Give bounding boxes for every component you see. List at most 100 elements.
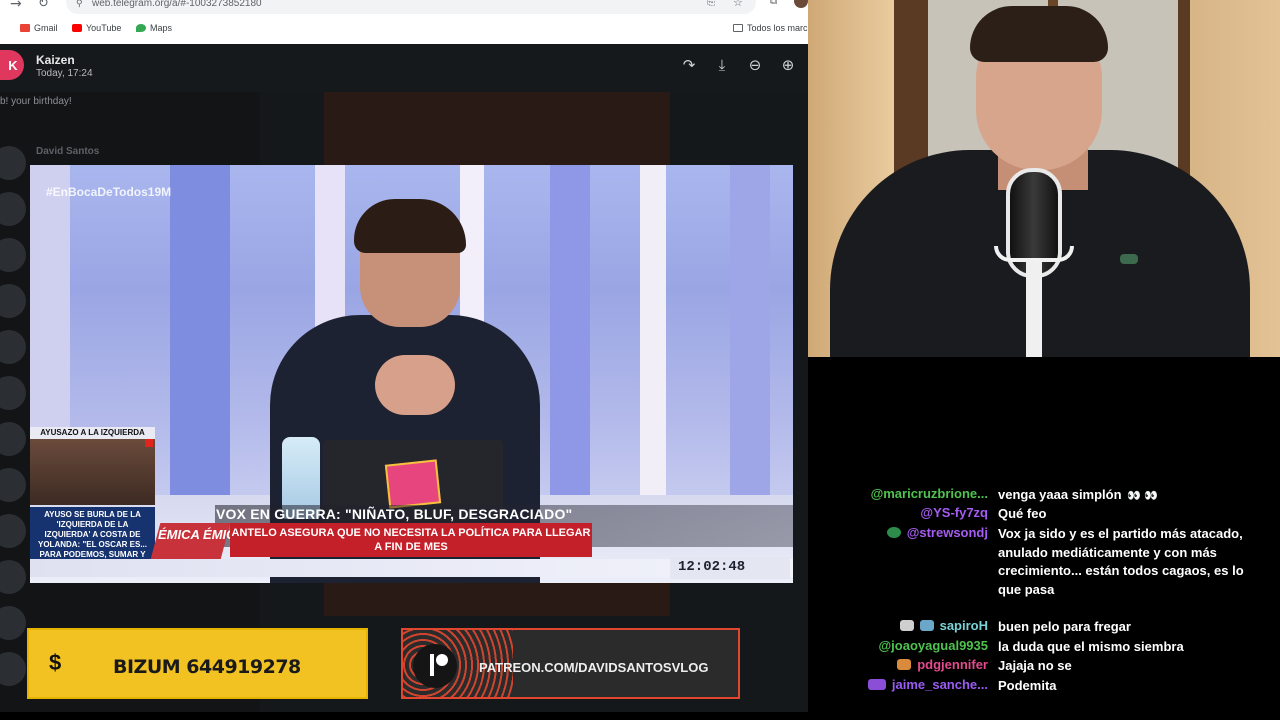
chat-meta: pdgjennifer xyxy=(897,657,988,672)
download-icon[interactable]: ⤓ xyxy=(712,55,732,75)
chat-meta: @maricruzbrione... xyxy=(871,486,988,501)
chat-username[interactable]: @joaoyagual9935 xyxy=(878,638,988,653)
chat-username[interactable]: sapiroH xyxy=(940,618,988,633)
book xyxy=(384,459,442,509)
shirt-logo xyxy=(1120,254,1138,264)
microphone-mount xyxy=(994,246,1074,262)
bookmark-label: YouTube xyxy=(86,23,122,33)
inset-label: AYUSAZO A LA IZQUIERDA xyxy=(30,427,155,439)
chat-message-text: la duda que el mismo siembra xyxy=(998,639,1184,654)
avatar xyxy=(0,468,26,502)
member-badge-icon xyxy=(886,527,901,538)
bottom-strip xyxy=(0,712,808,720)
chat-username[interactable]: @YS-fy7zq xyxy=(920,505,988,520)
bookmark-star-icon[interactable]: ☆ xyxy=(733,0,745,9)
address-bar[interactable]: ⚲ web.telegram.org/a/#-1003273852180 xyxy=(66,0,756,14)
message-date: Today, 17:24 xyxy=(36,68,93,79)
install-app-icon[interactable]: ⎘ xyxy=(707,0,719,9)
avatar xyxy=(0,606,26,640)
bookmark-maps[interactable]: Maps xyxy=(136,23,172,33)
chat-meta: @joaoyagual9935 xyxy=(878,638,988,653)
eye-badge-icon xyxy=(899,620,914,631)
video-player[interactable]: #EnBocaDeTodos19M AYUSAZO A LA IZQUIERDA… xyxy=(30,165,793,583)
chat-meta: @strewsondj xyxy=(886,525,988,540)
dollar-icon: $ xyxy=(49,650,62,675)
avatar xyxy=(0,238,26,272)
patreon-icon xyxy=(430,654,450,676)
set-pillar xyxy=(640,165,666,505)
live-indicator xyxy=(145,439,153,447)
live-chat: @maricruzbrione... venga yaaa simplón 👀 … xyxy=(808,357,1280,720)
bookmark-gmail[interactable]: Gmail xyxy=(20,23,58,33)
zoom-in-icon[interactable]: ⊕ xyxy=(778,55,798,75)
avatar xyxy=(0,192,26,226)
bizum-text: BIZUM 644919278 xyxy=(113,656,301,678)
bookmark-label: Gmail xyxy=(34,23,58,33)
avatar xyxy=(0,422,26,456)
headline: VOX EN GUERRA: "NIÑATO, BLUF, DESGRACIAD… xyxy=(216,506,573,522)
zoom-out-icon[interactable]: ⊖ xyxy=(745,55,765,75)
chat-meta: sapiroH xyxy=(899,618,988,633)
inset-video xyxy=(30,439,155,505)
forward-icon[interactable]: → xyxy=(10,0,28,12)
message-preview: b! your birthday! xyxy=(0,96,72,107)
chat-message-text: Vox ja sido y es el partido más atacado,… xyxy=(998,526,1244,597)
avatar xyxy=(0,330,26,364)
sender-name[interactable]: Kaizen xyxy=(36,53,75,67)
webcam-feed xyxy=(808,0,1280,357)
presenter-hair xyxy=(354,199,466,253)
set-pillar xyxy=(730,165,770,505)
share-icon[interactable]: ↷ xyxy=(679,55,699,75)
bizum-banner: $ BIZUM 644919278 xyxy=(27,628,368,699)
avatar xyxy=(0,376,26,410)
chat-meta: @YS-fy7zq xyxy=(920,505,988,520)
member-badge-icon xyxy=(867,679,886,690)
url-text[interactable]: web.telegram.org/a/#-1003273852180 xyxy=(92,0,262,9)
member-badge-icon xyxy=(919,620,934,631)
chat-name: David Santos xyxy=(36,146,100,157)
bookmark-label: Maps xyxy=(150,23,173,33)
avatar xyxy=(0,652,26,686)
maps-icon xyxy=(136,24,146,32)
chat-username[interactable]: jaime_sanche... xyxy=(892,677,988,692)
chat-message-text: Jajaja no se xyxy=(998,658,1072,673)
gmail-icon xyxy=(20,24,30,32)
patreon-banner: PATREON.COM/DAVIDSANTOSVLOG xyxy=(401,628,740,699)
clock: 12:02:48 xyxy=(678,559,746,575)
chat-username[interactable]: pdgjennifer xyxy=(917,657,988,672)
avatar xyxy=(0,146,26,180)
member-badge-icon xyxy=(897,659,912,670)
set-pillar xyxy=(550,165,590,505)
chat-username[interactable]: @strewsondj xyxy=(907,525,988,540)
bookmarks-bar: Gmail YouTube Maps Todos los marc xyxy=(0,19,808,41)
reload-icon[interactable]: ↻ xyxy=(38,0,56,12)
screen: → ↻ ⚲ web.telegram.org/a/#-1003273852180… xyxy=(0,0,1280,720)
presenter-hands xyxy=(375,355,455,415)
microphone-stand xyxy=(1026,262,1042,357)
browser-toolbar: → ↻ ⚲ web.telegram.org/a/#-1003273852180… xyxy=(0,0,808,44)
avatar xyxy=(0,560,26,594)
avatar xyxy=(0,514,26,548)
chat-text: venga yaaa simplón 👀 👀 xyxy=(998,486,1270,506)
avatar xyxy=(0,284,26,318)
folder-icon xyxy=(733,24,743,32)
chat-message-text: buen pelo para fregar xyxy=(998,619,1131,634)
chat-message-text: venga yaaa simplón xyxy=(998,487,1122,502)
browser-window: → ↻ ⚲ web.telegram.org/a/#-1003273852180… xyxy=(0,0,808,712)
profile-avatar[interactable] xyxy=(794,0,808,8)
subline: ANTELO ASEGURA QUE NO NECESITA LA POLÍTI… xyxy=(231,527,591,553)
extensions-icon[interactable]: ⧉ xyxy=(770,0,782,8)
chat-username[interactable]: @maricruzbrione... xyxy=(871,486,988,501)
bookmark-youtube[interactable]: YouTube xyxy=(72,23,121,33)
patreon-text: PATREON.COM/DAVIDSANTOSVLOG xyxy=(479,660,709,675)
set-pillar xyxy=(170,165,230,505)
chat-message-text: Podemita xyxy=(998,678,1057,693)
chat-meta: jaime_sanche... xyxy=(867,677,988,692)
bookmark-all[interactable]: Todos los marc xyxy=(733,23,808,33)
youtube-icon xyxy=(72,24,82,32)
chat-message-text: Qué feo xyxy=(998,506,1047,521)
streamer-hair xyxy=(970,6,1108,62)
site-info-icon[interactable]: ⚲ xyxy=(76,0,88,8)
bookmark-label: Todos los marc xyxy=(747,23,808,33)
eyes-emote: 👀 👀 xyxy=(1127,490,1158,502)
